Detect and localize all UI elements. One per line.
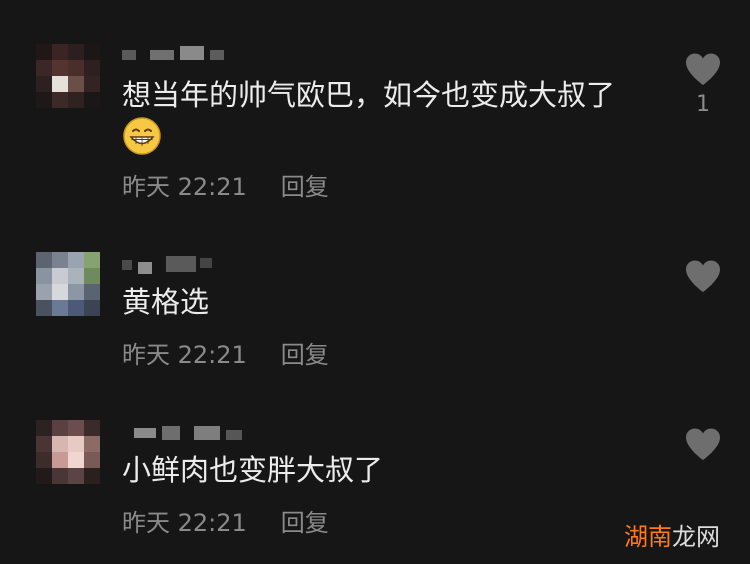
watermark-part2: 龙网 (672, 523, 720, 551)
watermark-part1: 湖南 (624, 523, 672, 551)
comment-list: 想当年的帅气欧巴，如今也变成大叔了 昨天 22:21 回复 1 黄格选 昨天 2… (0, 0, 750, 564)
comment-time: 昨天 22:21 (122, 509, 247, 537)
username-pixelated[interactable] (122, 422, 242, 444)
comment-text: 小鲜肉也变胖大叔了 (122, 453, 384, 487)
watermark: 湖南龙网 (624, 517, 720, 552)
avatar[interactable] (36, 420, 100, 484)
reply-button[interactable]: 回复 (281, 509, 329, 537)
like-button[interactable] (683, 427, 723, 461)
comment-item: 小鲜肉也变胖大叔了 昨天 22:21 回复 (0, 0, 750, 560)
comment-meta: 昨天 22:21 回复 (122, 503, 329, 538)
heart-icon (686, 428, 720, 460)
